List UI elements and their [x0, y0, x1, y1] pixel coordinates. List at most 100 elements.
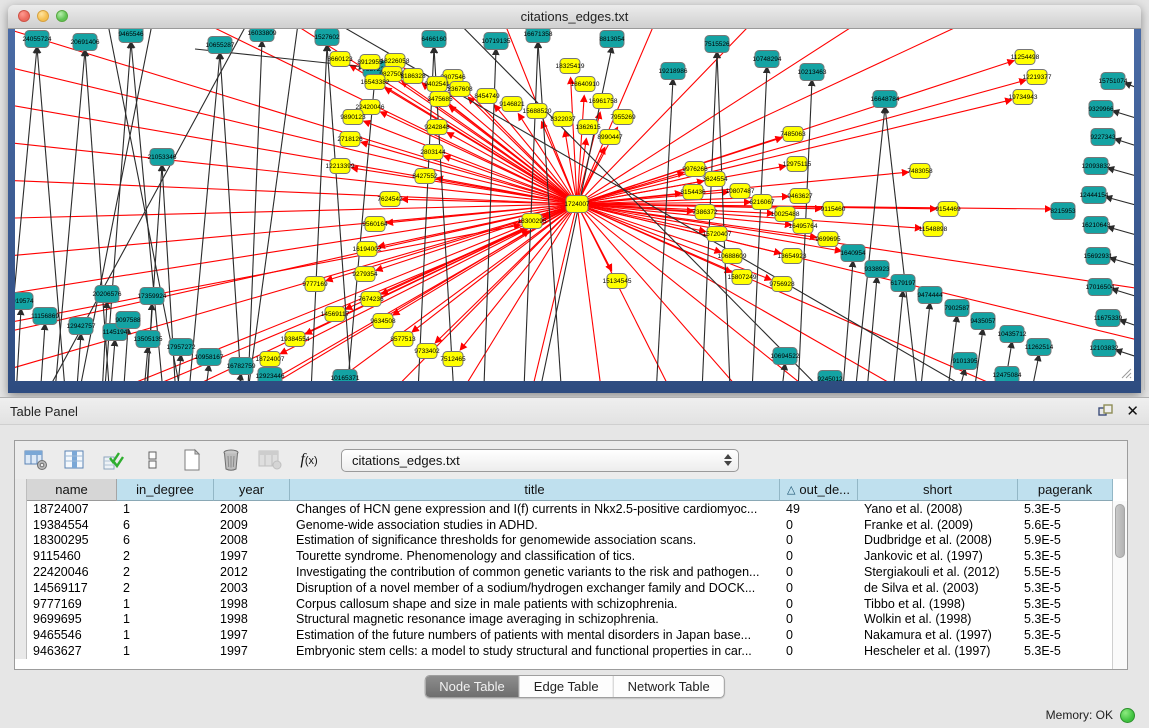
graph-node[interactable]: 8427552 [412, 169, 438, 184]
graph-node[interactable]: 16671358 [524, 29, 553, 43]
graph-node[interactable]: 8322037 [550, 112, 576, 127]
import-table-button[interactable] [257, 447, 283, 473]
graph-node[interactable]: 9634508 [370, 314, 396, 329]
graph-node[interactable]: 21053346 [148, 149, 177, 166]
graph-node[interactable]: 19734943 [1009, 90, 1038, 105]
graph-node[interactable]: 3475685 [427, 92, 453, 107]
graph-node[interactable]: 12213399 [326, 159, 355, 174]
column-header-title[interactable]: title [290, 479, 780, 501]
graph-node[interactable]: 16210643 [1082, 217, 1111, 234]
graph-node[interactable]: 18724007 [256, 352, 285, 367]
graph-node[interactable]: 15807249 [728, 270, 757, 285]
zoom-window-icon[interactable] [56, 10, 68, 22]
graph-node[interactable]: 7902587 [944, 300, 970, 317]
graph-node[interactable]: 9245012 [817, 371, 843, 382]
graph-node[interactable]: 9097588 [115, 312, 141, 329]
graph-node[interactable]: 7512465 [440, 352, 466, 367]
graph-node[interactable]: 10165371 [331, 370, 360, 382]
graph-node[interactable]: 10719135 [482, 33, 511, 50]
graph-node[interactable]: 10435712 [998, 326, 1027, 343]
table-row[interactable]: 977716911998Corpus callosum shape and si… [15, 596, 1127, 612]
network-canvas[interactable]: 2405572420691406946554610655287160338091… [15, 29, 1134, 381]
graph-node[interactable]: 6179197 [890, 275, 916, 292]
table-select-dropdown[interactable]: citations_edges.txt [341, 449, 739, 472]
table-row[interactable]: 1872400712008Changes of HCN gene express… [15, 501, 1127, 517]
graph-node[interactable]: 13505135 [134, 331, 163, 348]
graph-node[interactable]: 8577513 [390, 332, 416, 347]
graph-node[interactable]: 17359924 [138, 288, 167, 305]
resize-grip-icon[interactable] [1120, 367, 1132, 379]
table-row[interactable]: 911546021997Tourette syndrome. Phenomeno… [15, 548, 1127, 564]
graph-node[interactable]: 15134545 [603, 274, 632, 289]
graph-node[interactable]: 9242848 [424, 120, 450, 135]
graph-node[interactable]: 17016504 [1086, 279, 1115, 296]
graph-node[interactable]: 9474444 [917, 287, 943, 304]
column-header-in-degree[interactable]: in_degree [117, 479, 214, 501]
graph-node[interactable]: 2367608 [447, 82, 473, 97]
column-header-short[interactable]: short [858, 479, 1018, 501]
graph-node[interactable]: 11254498 [1011, 50, 1040, 65]
graph-node[interactable]: 12975115 [783, 157, 812, 172]
graph-node[interactable]: 10807487 [726, 184, 755, 199]
graph-node[interactable]: 10688609 [718, 249, 747, 264]
graph-node[interactable]: 9777169 [302, 277, 328, 292]
graph-node[interactable]: 10694522 [771, 348, 800, 365]
graph-node[interactable]: 9101395 [952, 353, 978, 370]
graph-node[interactable]: 7955269 [610, 110, 636, 125]
graph-node[interactable]: 9560164 [362, 217, 388, 232]
graph-node[interactable]: 8813054 [599, 31, 625, 48]
graph-node[interactable]: 7483058 [907, 164, 933, 179]
graph-node[interactable]: 2803144 [420, 145, 446, 160]
graph-node[interactable]: 11262514 [1025, 339, 1054, 356]
graph-node[interactable]: 9756928 [769, 277, 795, 292]
graph-node[interactable]: 7485063 [780, 127, 806, 142]
minimize-window-icon[interactable] [37, 10, 49, 22]
tab-node-table[interactable]: Node Table [425, 676, 520, 697]
close-panel-icon[interactable]: ✕ [1126, 404, 1139, 419]
select-all-rows-button[interactable] [101, 447, 127, 473]
table-row[interactable]: 946554611997Estimation of the future num… [15, 627, 1127, 643]
graph-node[interactable]: 10655287 [206, 37, 235, 54]
table-row[interactable]: 1938455462009Genome-wide association stu… [15, 517, 1127, 533]
table-row[interactable]: 2242004622012Investigating the contribut… [15, 564, 1127, 580]
table-settings-button[interactable] [23, 447, 49, 473]
graph-node[interactable]: 10958167 [195, 349, 224, 366]
graph-node[interactable]: 9465546 [118, 29, 144, 43]
graph-node[interactable]: 7674236 [358, 292, 384, 307]
graph-node[interactable]: 12093832 [1082, 158, 1111, 175]
graph-node[interactable]: 13654923 [778, 249, 807, 264]
table-vertical-scrollbar[interactable] [1112, 501, 1127, 669]
column-visibility-button[interactable] [140, 447, 166, 473]
tab-network-table[interactable]: Network Table [614, 676, 724, 697]
graph-node[interactable]: 11156869 [31, 308, 59, 325]
graph-node[interactable]: 2718126 [337, 132, 363, 147]
graph-node[interactable]: 12923446 [256, 368, 285, 382]
graph-node[interactable]: 16033809 [248, 29, 277, 42]
graph-node[interactable]: 1640954 [840, 245, 866, 262]
function-builder-button[interactable]: f(x) [296, 447, 322, 473]
graph-node[interactable]: 12444154 [1080, 187, 1109, 204]
graph-node[interactable]: 3624554 [702, 172, 728, 187]
graph-node[interactable]: 12942757 [67, 318, 96, 335]
graph-node[interactable]: 11675339 [1094, 310, 1123, 327]
graph-node[interactable]: 8912955 [357, 55, 383, 70]
close-window-icon[interactable] [18, 10, 30, 22]
graph-node[interactable]: 17957272 [167, 339, 196, 356]
graph-node[interactable]: 6466160 [421, 31, 447, 48]
graph-node[interactable]: 8154436 [680, 185, 706, 200]
graph-node[interactable]: 9227343 [1090, 129, 1116, 146]
graph-node[interactable]: 7386372 [692, 205, 718, 220]
graph-node[interactable]: 8660123 [327, 52, 353, 67]
graph-node[interactable]: 9890123 [340, 110, 366, 125]
graph-node[interactable]: 9146821 [499, 97, 525, 112]
graph-node[interactable]: 9115460 [821, 202, 846, 217]
graph-node[interactable]: 8454749 [474, 89, 500, 104]
graph-node[interactable]: 1724007 [564, 196, 590, 213]
graph-node[interactable]: 9338923 [864, 261, 890, 278]
table-row[interactable]: 1456911722003Disruption of a novel membe… [15, 580, 1127, 596]
graph-node[interactable]: 20206576 [93, 286, 122, 303]
graph-node[interactable]: 9463627 [787, 189, 813, 204]
show-columns-button[interactable] [62, 447, 88, 473]
create-column-button[interactable] [179, 447, 205, 473]
graph-node[interactable]: 16782759 [227, 358, 256, 375]
